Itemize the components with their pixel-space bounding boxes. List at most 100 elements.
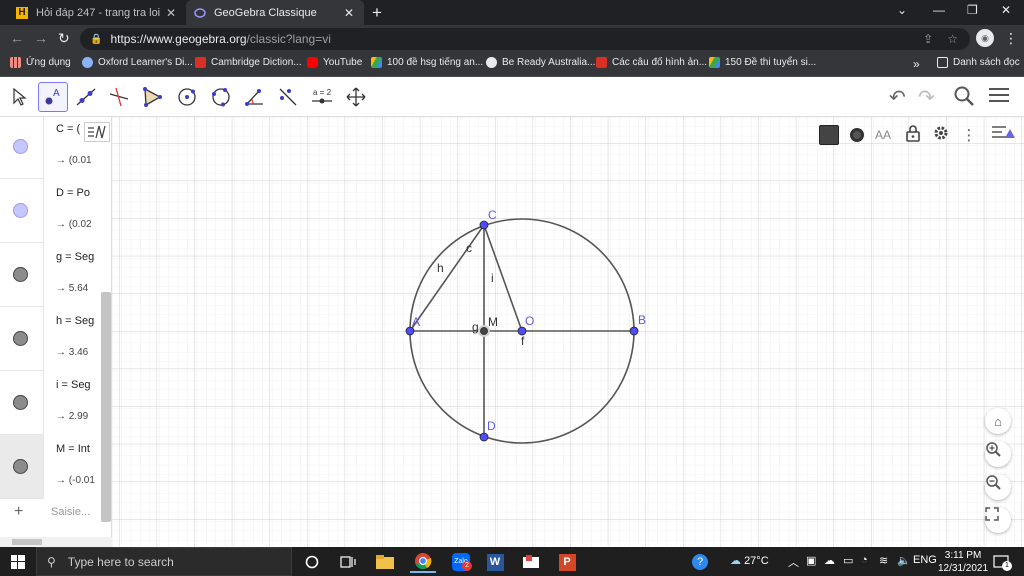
algebra-item[interactable]: i = Seg → 2.99 [0,371,100,435]
more-bookmarks-icon[interactable]: » [913,57,920,71]
bookmark-cambridge[interactable]: Cambridge Diction... [195,57,302,68]
wifi-icon[interactable]: ≋ [879,554,888,567]
reading-list[interactable]: Danh sách đọc [937,57,1020,68]
tab-geogebra[interactable]: GeoGebra Classique ✕ [186,0,364,25]
add-icon[interactable]: + [14,503,23,521]
chrome-icon[interactable] [410,551,436,573]
bookmark-100-de-hsg[interactable]: 100 đề hsg tiếng an... [371,57,483,68]
scroll-thumb[interactable] [12,539,42,545]
circle-center-point-tool-icon[interactable] [172,82,202,112]
slider-tool-icon[interactable]: a = 2 [307,82,337,112]
algebra-input-row[interactable]: + Saisie... [0,495,100,529]
bookmark-apps[interactable]: Ứng dụng [10,57,71,68]
zoom-out-icon[interactable] [985,474,1011,500]
network-icon[interactable]: ◔ [861,554,868,566]
share-icon[interactable]: ⇪ [923,32,933,46]
point-style-button[interactable] [846,124,868,146]
input-language[interactable]: ENG [913,554,937,566]
point-tool-icon[interactable]: A [38,82,68,112]
back-icon[interactable]: ← [10,30,24,46]
move-tool-icon[interactable] [4,82,34,112]
bookmark-youtube[interactable]: YouTube [307,57,362,68]
perpendicular-tool-icon[interactable] [104,82,134,112]
reload-icon[interactable]: ↻ [58,30,70,47]
reflect-tool-icon[interactable] [273,82,303,112]
zoom-in-icon[interactable] [985,441,1011,467]
help-icon[interactable]: ? [690,551,710,573]
zalo-icon[interactable]: Zalo 2 [448,551,474,573]
tab-hoidap247[interactable]: H Hỏi đáp 247 - trang tra loi ✕ [8,0,186,25]
point-c[interactable] [479,220,489,230]
move-graphics-view-tool-icon[interactable] [341,82,371,112]
tab-search-icon[interactable]: ⌄ [897,3,907,17]
bookmark-star-icon[interactable]: ☆ [947,32,958,46]
forward-icon[interactable]: → [34,30,48,46]
main-menu-icon[interactable] [988,85,1010,111]
polygon-tool-icon[interactable] [137,82,167,112]
visibility-toggle[interactable] [13,331,28,346]
search-icon[interactable] [953,85,975,113]
fullscreen-icon[interactable] [985,507,1011,533]
close-tab-icon[interactable]: ✕ [342,6,356,20]
onedrive-icon[interactable]: ☁ [824,554,835,567]
algebra-item[interactable]: h = Seg → 3.46 [0,307,100,371]
algebra-input[interactable]: Saisie... [51,506,90,518]
browser-menu-icon[interactable]: ⋮ [1004,30,1018,47]
home-view-icon[interactable]: ⌂ [985,408,1011,434]
bookmark-150-de-thi[interactable]: 150 Đề thi tuyển si... [709,57,816,68]
close-window-icon[interactable]: ✕ [1001,3,1011,17]
algebra-style-bar-icon[interactable] [84,122,110,142]
style-bar-toggle-icon[interactable] [990,124,1018,146]
visibility-toggle[interactable] [13,459,28,474]
graphics-canvas[interactable]: C A B D O M c f g h i [112,117,1024,547]
file-explorer-icon[interactable] [374,551,396,573]
visibility-toggle[interactable] [13,139,28,154]
notifications-icon[interactable]: 1 [990,551,1012,573]
angle-tool-icon[interactable] [240,82,270,112]
algebra-item[interactable]: D = Po → (0.02 [0,179,100,243]
redo-icon[interactable]: ↷ [918,85,935,110]
algebra-horizontal-scrollbar[interactable] [0,537,112,547]
point-m[interactable] [480,327,488,335]
restore-icon[interactable]: ❐ [967,3,978,17]
line-tool-icon[interactable] [71,82,101,112]
meet-now-icon[interactable]: ▣ [806,554,816,567]
taskbar-search[interactable]: ⚲ Type here to search [36,547,292,576]
cortana-icon[interactable] [302,551,322,573]
snipping-tool-icon[interactable] [520,551,542,573]
circle-three-points-tool-icon[interactable] [206,82,236,112]
graphics-view[interactable]: C A B D O M c f g h i AA ⋮ ⌂ [112,117,1024,547]
volume-icon[interactable]: 🔈 [897,554,911,567]
undo-icon[interactable]: ↶ [889,85,906,110]
bookmark-oxford[interactable]: Oxford Learner's Di... [82,57,193,68]
show-hidden-icons-icon[interactable]: ︿ [788,554,799,570]
algebra-item[interactable]: M = Int → (-0.01 [0,435,100,499]
visibility-toggle[interactable] [13,203,28,218]
profile-avatar[interactable]: ◉ [976,29,994,47]
bookmark-be-ready[interactable]: Be Ready Australia... [486,57,595,68]
weather-widget[interactable]: ☁ 27°C [730,554,769,567]
algebra-definition: M = Int [56,443,90,455]
task-view-icon[interactable] [338,551,358,573]
visibility-toggle[interactable] [13,267,28,282]
visibility-toggle[interactable] [13,395,28,410]
point-d[interactable] [479,432,489,442]
point-b[interactable] [629,326,639,336]
address-bar[interactable]: 🔒 https://www.geogebra.org/classic?lang=… [80,28,970,50]
minimize-icon[interactable]: — [933,3,945,17]
word-icon[interactable]: W [484,551,506,573]
settings-gear-icon[interactable] [932,124,954,146]
lock-icon[interactable] [905,124,927,146]
color-picker-button[interactable] [818,124,840,146]
bookmark-cac-cau-do[interactable]: Các câu đố hình ản... [596,57,707,68]
system-clock[interactable]: 3:11 PM 12/31/2021 [938,549,988,575]
label-style-button[interactable]: AA [872,124,894,146]
algebra-item[interactable]: g = Seg → 5.64 [0,243,100,307]
display-icon[interactable]: ▭ [843,554,853,567]
powerpoint-icon[interactable]: P [556,551,578,573]
windows-start-icon[interactable] [6,551,30,573]
algebra-scrollbar[interactable] [101,292,111,522]
new-tab-icon[interactable]: + [372,3,382,23]
close-tab-icon[interactable]: ✕ [164,6,178,20]
more-options-icon[interactable]: ⋮ [962,124,977,146]
